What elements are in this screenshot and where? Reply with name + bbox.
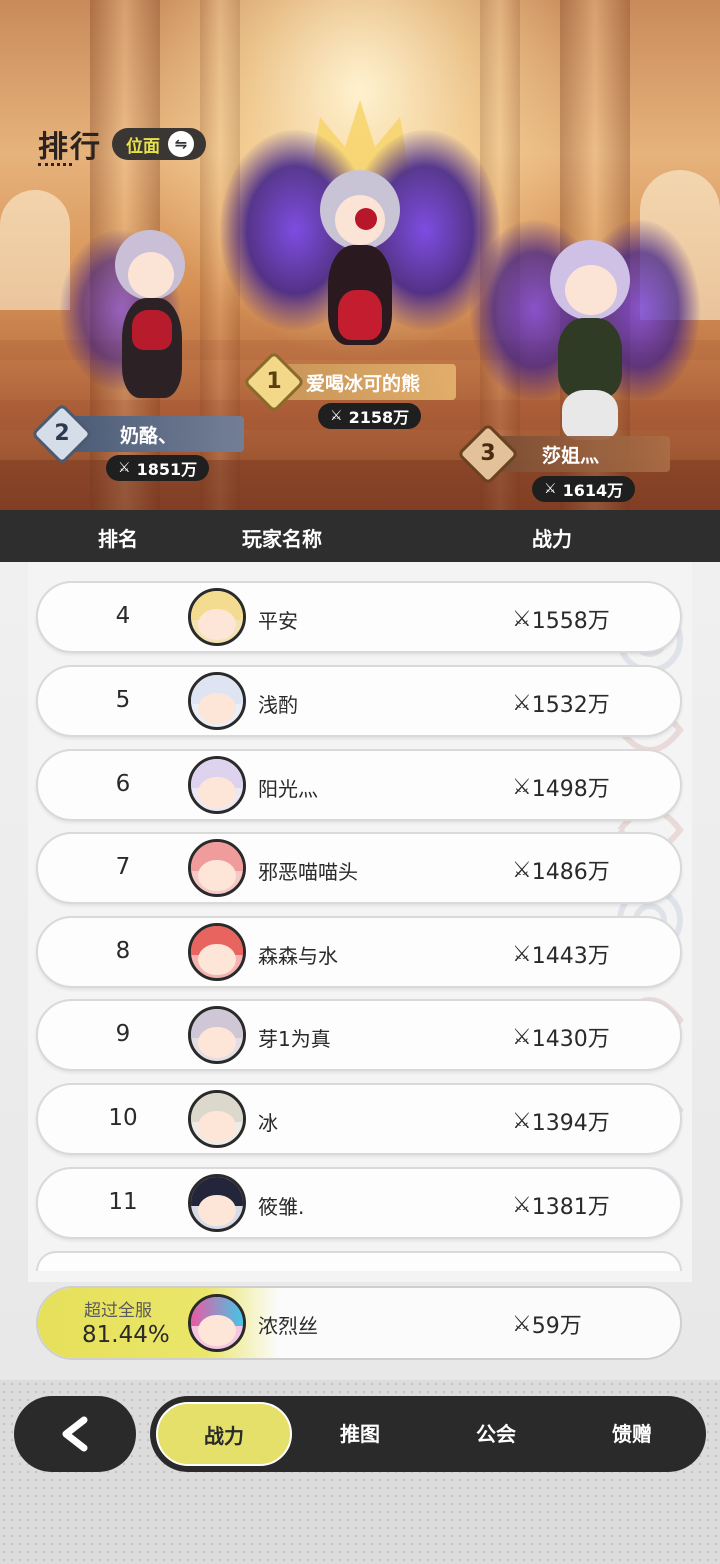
player-name: 邪恶喵喵头 bbox=[258, 860, 358, 884]
table-row[interactable]: 11 筱雏. ⚔ 1381万 bbox=[36, 1167, 682, 1239]
avatar[interactable] bbox=[188, 839, 246, 897]
title-underline bbox=[38, 163, 72, 166]
page-title: 排行 bbox=[38, 130, 102, 165]
player-power: ⚔ 59万 bbox=[512, 1311, 582, 1340]
swords-icon: ⚔ bbox=[512, 606, 532, 632]
tab-gift[interactable]: 馈赠 bbox=[570, 1396, 694, 1472]
table-row[interactable]: 5 浅酌 ⚔ 1532万 bbox=[36, 665, 682, 737]
rank-2-name: 奶酪、 bbox=[120, 424, 178, 447]
swords-icon: ⚔ bbox=[330, 408, 343, 424]
column-rank: 排名 bbox=[98, 527, 138, 551]
player-power: ⚔ 1381万 bbox=[512, 1192, 610, 1221]
swords-icon: ⚔ bbox=[512, 774, 532, 800]
player-power: ⚔ 1498万 bbox=[512, 774, 610, 803]
back-button[interactable] bbox=[14, 1396, 136, 1472]
avatar[interactable] bbox=[188, 1294, 246, 1352]
tab-guild[interactable]: 公会 bbox=[434, 1396, 558, 1472]
avatar[interactable] bbox=[188, 756, 246, 814]
column-player: 玩家名称 bbox=[242, 527, 322, 551]
realm-toggle-button[interactable]: 位面 ⇋ bbox=[112, 128, 206, 160]
row-rank: 7 bbox=[115, 854, 131, 880]
swords-icon: ⚔ bbox=[512, 1311, 532, 1337]
row-rank: 5 bbox=[115, 687, 131, 713]
swords-icon: ⚔ bbox=[512, 690, 532, 716]
realm-label: 位面 bbox=[126, 136, 160, 157]
rank-1-name: 爱喝冰可的熊 bbox=[306, 372, 421, 395]
avatar[interactable] bbox=[188, 923, 246, 981]
rank-3-power: ⚔ 1614万 bbox=[532, 476, 636, 502]
row-rank: 10 bbox=[108, 1105, 138, 1131]
column-power: 战力 bbox=[532, 527, 572, 551]
rank-2-power: ⚔ 1851万 bbox=[106, 455, 210, 481]
player-power: ⚔ 1430万 bbox=[512, 1024, 610, 1053]
table-row[interactable]: 4 平安 ⚔ 1558万 bbox=[36, 581, 682, 653]
player-power: ⚔ 1532万 bbox=[512, 690, 610, 719]
table-row[interactable]: 6 阳光灬 ⚔ 1498万 bbox=[36, 749, 682, 821]
table-header: 排名 玩家名称 战力 bbox=[0, 510, 720, 562]
swords-icon: ⚔ bbox=[512, 941, 532, 967]
player-name: 冰 bbox=[258, 1111, 278, 1135]
table-row[interactable]: 9 芽1为真 ⚔ 1430万 bbox=[36, 999, 682, 1071]
rank-1-character[interactable] bbox=[220, 120, 500, 370]
row-rank: 8 bbox=[115, 938, 131, 964]
avatar[interactable] bbox=[188, 1090, 246, 1148]
player-power: ⚔ 1486万 bbox=[512, 857, 610, 886]
swords-icon: ⚔ bbox=[512, 1192, 532, 1218]
rank-1-power: ⚔ 2158万 bbox=[318, 403, 422, 429]
player-name: 森森与水 bbox=[258, 944, 338, 968]
swords-icon: ⚔ bbox=[512, 1024, 532, 1050]
avatar[interactable] bbox=[188, 1174, 246, 1232]
player-power: ⚔ 1558万 bbox=[512, 606, 610, 635]
row-rank: 4 bbox=[115, 603, 131, 629]
my-rank-row[interactable]: 超过全服 81.44% 浓烈丝 ⚔ 59万 bbox=[36, 1286, 682, 1360]
chevron-left-icon bbox=[62, 1416, 88, 1452]
tab-stage[interactable]: 推图 bbox=[298, 1396, 422, 1472]
player-power: ⚔ 1443万 bbox=[512, 941, 610, 970]
table-row[interactable]: 10 冰 ⚔ 1394万 bbox=[36, 1083, 682, 1155]
rank-2-character[interactable] bbox=[60, 210, 220, 410]
table-row[interactable]: 8 森森与水 ⚔ 1443万 bbox=[36, 916, 682, 988]
player-name: 平安 bbox=[258, 609, 298, 633]
player-power: ⚔ 1394万 bbox=[512, 1108, 610, 1137]
swords-icon: ⚔ bbox=[118, 460, 131, 476]
row-rank: 6 bbox=[115, 771, 131, 797]
table-row-partial bbox=[36, 1251, 682, 1271]
percentile-value: 81.44% bbox=[82, 1322, 170, 1348]
podium-banner: 爱喝冰可的熊 1 ⚔ 2158万 奶酪、 2 ⚔ 1851万 莎姐灬 3 ⚔ 1… bbox=[0, 0, 720, 510]
table-row[interactable]: 7 邪恶喵喵头 ⚔ 1486万 bbox=[36, 832, 682, 904]
player-name: 浓烈丝 bbox=[258, 1314, 318, 1338]
swords-icon: ⚔ bbox=[544, 481, 557, 497]
avatar[interactable] bbox=[188, 588, 246, 646]
player-name: 筱雏. bbox=[258, 1195, 305, 1219]
rank-3-name: 莎姐灬 bbox=[542, 444, 600, 467]
player-name: 浅酌 bbox=[258, 693, 298, 717]
row-rank: 9 bbox=[115, 1021, 131, 1047]
avatar[interactable] bbox=[188, 672, 246, 730]
tab-power[interactable]: 战力 bbox=[156, 1402, 292, 1466]
swap-icon: ⇋ bbox=[168, 131, 194, 157]
exceed-label: 超过全服 bbox=[84, 1301, 152, 1321]
avatar[interactable] bbox=[188, 1006, 246, 1064]
player-name: 阳光灬 bbox=[258, 777, 318, 801]
category-tabs: 战力 推图 公会 馈赠 bbox=[150, 1396, 706, 1472]
swords-icon: ⚔ bbox=[512, 857, 532, 883]
player-name: 芽1为真 bbox=[258, 1027, 331, 1051]
rank-3-character[interactable] bbox=[470, 200, 700, 440]
row-rank: 11 bbox=[108, 1189, 138, 1215]
swords-icon: ⚔ bbox=[512, 1108, 532, 1134]
